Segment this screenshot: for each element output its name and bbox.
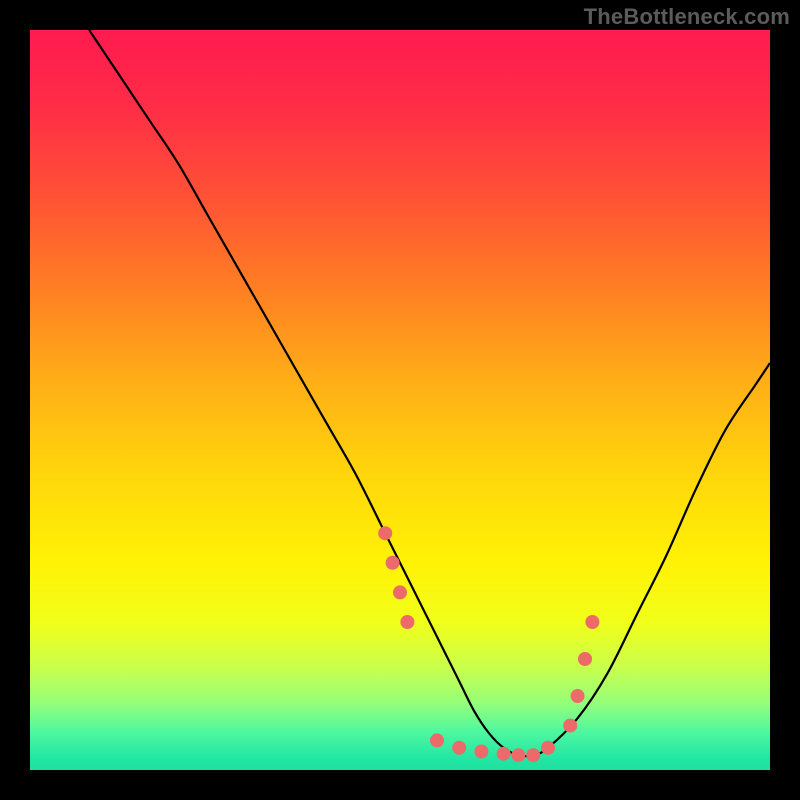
watermark-text: TheBottleneck.com <box>584 4 790 30</box>
background-gradient <box>30 30 770 770</box>
chart-stage: TheBottleneck.com <box>0 0 800 800</box>
plot-area <box>30 30 770 770</box>
